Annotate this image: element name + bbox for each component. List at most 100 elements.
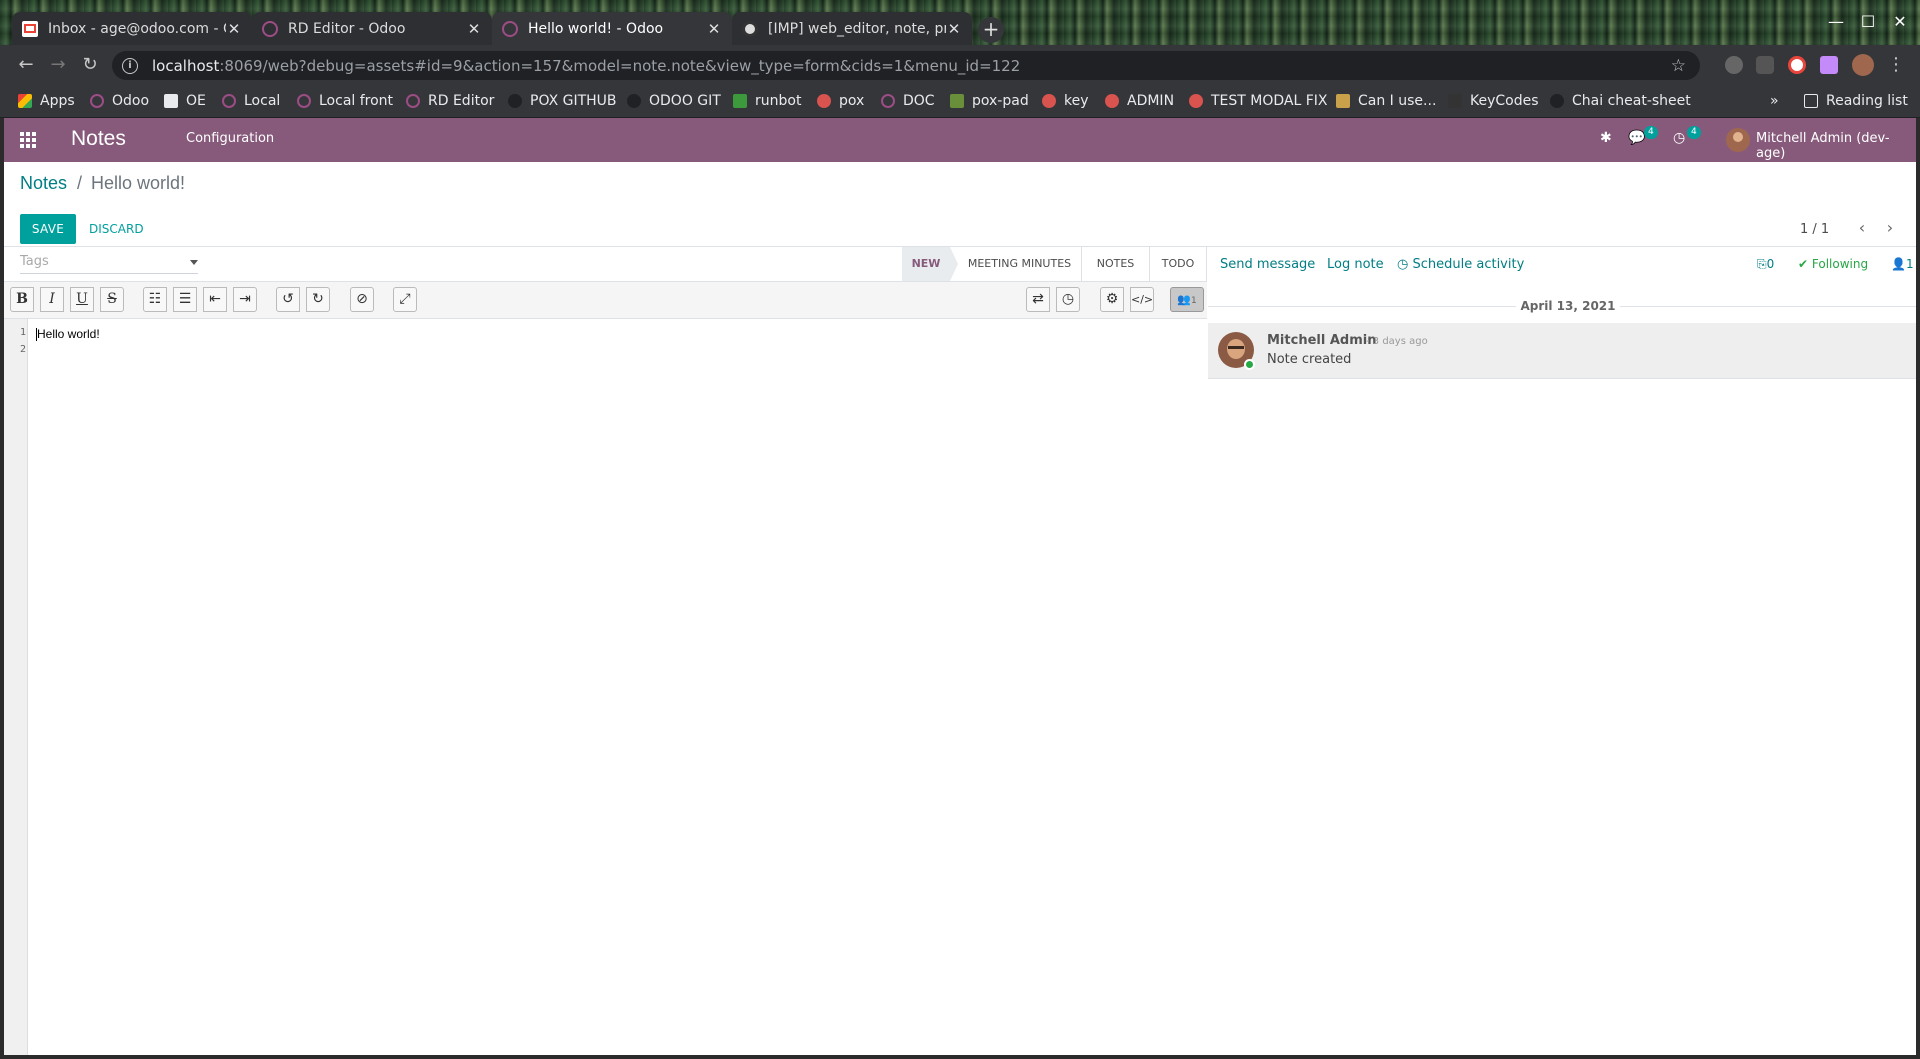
browser-tab-hello-world[interactable]: Hello world! - Odoo ✕ [492, 12, 732, 45]
chrome-extension-icon[interactable] [1788, 56, 1806, 74]
save-button[interactable]: SAVE [20, 214, 76, 244]
stage-notes[interactable]: NOTES [1082, 247, 1150, 281]
followers-button[interactable]: 👤1 [1891, 257, 1914, 271]
bookmark-local-front[interactable]: Local front [297, 91, 393, 111]
address-bar[interactable]: i localhost:8069/web?debug=assets#id=9&a… [112, 51, 1700, 80]
close-tab-icon[interactable]: ✕ [466, 20, 482, 38]
collaborators-button[interactable]: 👥1 [1170, 287, 1204, 312]
history-clock-icon[interactable]: ◷ [1056, 287, 1080, 312]
bookmark-pox-pad[interactable]: pox-pad [950, 91, 1029, 111]
bookmark-runbot[interactable]: runbot [733, 91, 801, 111]
bookmark-label: DOC [903, 93, 935, 109]
exchange-icon[interactable]: ⇄ [1026, 287, 1050, 312]
bookmark-rd-editor[interactable]: RD Editor [406, 91, 494, 111]
stage-meeting-minutes[interactable]: MEETING MINUTES [958, 247, 1082, 281]
underline-button[interactable]: U [70, 287, 94, 312]
online-status-icon [1244, 359, 1255, 370]
reload-icon[interactable]: ↻ [78, 53, 102, 77]
user-avatar[interactable] [1726, 128, 1750, 152]
puzzle-icon[interactable] [1820, 56, 1838, 74]
indent-icon[interactable]: ⇥ [233, 287, 257, 312]
browser-tab-inbox[interactable]: Inbox - age@odoo.com - Od ✕ [12, 12, 252, 45]
browser-tab-github-pr[interactable]: [IMP] web_editor, note, pro ✕ [732, 12, 972, 45]
bookmark-key[interactable]: key [1042, 91, 1089, 111]
redo-icon[interactable]: ↻ [306, 287, 330, 312]
back-icon[interactable]: ← [14, 53, 38, 77]
reading-list-button[interactable]: Reading list [1804, 91, 1908, 111]
messaging-icon[interactable]: 💬 [1628, 130, 1645, 146]
bookmark-odoo[interactable]: Odoo [90, 91, 149, 111]
close-tab-icon[interactable]: ✕ [226, 20, 242, 38]
stage-new[interactable]: NEW [902, 247, 958, 281]
bookmark-doc[interactable]: DOC [881, 91, 935, 111]
app-switcher-icon[interactable] [20, 132, 38, 148]
code-view-icon[interactable]: </> [1130, 287, 1154, 312]
close-window-icon[interactable]: ✕ [1888, 12, 1912, 31]
breadcrumb-notes[interactable]: Notes [20, 173, 67, 194]
ordered-list-icon[interactable]: ☷ [143, 287, 167, 312]
bookmark-overflow-button[interactable]: » [1770, 91, 1779, 111]
apps-grid-icon [18, 94, 32, 108]
forward-icon[interactable]: → [46, 53, 70, 77]
send-message-button[interactable]: Send message [1220, 257, 1315, 272]
overflow-chevron-icon: » [1770, 93, 1779, 109]
bookmark-pox[interactable]: pox [817, 91, 864, 111]
line-number: 2 [19, 344, 26, 355]
bookmark-chai[interactable]: Chai cheat-sheet [1550, 91, 1691, 111]
pocket-icon[interactable] [1756, 56, 1774, 74]
app-brand[interactable]: Notes [71, 127, 126, 151]
strikethrough-button[interactable]: S [100, 287, 124, 312]
maximize-icon[interactable]: ☐ [1856, 12, 1880, 31]
pager-next-icon[interactable]: › [1880, 218, 1900, 238]
message-author[interactable]: Mitchell Admin [1267, 333, 1376, 348]
outdent-icon[interactable]: ⇤ [203, 287, 227, 312]
close-tab-icon[interactable]: ✕ [946, 20, 962, 38]
tags-field[interactable]: Tags [20, 254, 198, 274]
bookmark-test-modal-fix[interactable]: TEST MODAL FIX [1189, 91, 1328, 111]
new-tab-button[interactable]: + [978, 17, 1004, 43]
italic-button[interactable]: I [40, 287, 64, 312]
minimize-icon[interactable]: — [1824, 12, 1848, 31]
globe-icon [817, 94, 831, 108]
pager-previous-icon[interactable]: ‹ [1852, 218, 1872, 238]
expand-icon[interactable]: ⤢ [393, 287, 417, 312]
stage-todo[interactable]: TODO [1150, 247, 1206, 281]
note-content[interactable]: Hello world! [37, 327, 100, 341]
extension-icon[interactable] [1725, 56, 1743, 74]
divider [1208, 306, 1516, 307]
user-menu[interactable]: Mitchell Admin (dev-age) [1756, 131, 1916, 161]
globe-icon [1189, 94, 1203, 108]
bookmark-admin[interactable]: ADMIN [1105, 91, 1174, 111]
attachments-button[interactable]: ⎘0 [1757, 257, 1774, 272]
note-editor[interactable]: 1 2 Hello world! [4, 319, 1207, 1055]
schedule-activity-button[interactable]: ◷ Schedule activity [1397, 257, 1524, 272]
log-note-button[interactable]: Log note [1327, 257, 1384, 272]
bookmarks-bar: Apps Odoo OE Local Local front RD Editor… [0, 85, 1920, 118]
profile-avatar[interactable] [1852, 54, 1874, 76]
followers-count: 1 [1905, 257, 1914, 271]
bookmark-odoo-git[interactable]: ODOO GIT [627, 91, 721, 111]
close-tab-icon[interactable]: ✕ [706, 20, 722, 38]
reading-list-label: Reading list [1826, 93, 1908, 109]
browser-tab-rd-editor[interactable]: RD Editor - Odoo ✕ [252, 12, 492, 45]
bold-button[interactable]: B [10, 287, 34, 312]
discard-button[interactable]: DISCARD [85, 214, 148, 244]
bookmark-local[interactable]: Local [222, 91, 280, 111]
browser-menu-icon[interactable]: ⋮ [1884, 53, 1908, 77]
debug-bug-icon[interactable]: ✱ [1600, 130, 1612, 146]
activity-clock-icon[interactable]: ◷ [1673, 130, 1685, 146]
eye-slash-icon[interactable]: ⊘ [350, 287, 374, 312]
bookmark-star-icon[interactable]: ☆ [1671, 56, 1686, 76]
pager-value[interactable]: 1 / 1 [1800, 222, 1829, 237]
gear-icon[interactable]: ⚙ [1100, 287, 1124, 312]
bookmark-can-i-use[interactable]: Can I use... [1336, 91, 1436, 111]
menu-configuration[interactable]: Configuration [186, 131, 274, 146]
undo-icon[interactable]: ↺ [276, 287, 300, 312]
bookmark-pox-github[interactable]: POX GITHUB [508, 91, 617, 111]
following-button[interactable]: ✔ Following [1798, 257, 1868, 271]
bookmark-oe[interactable]: OE [164, 91, 206, 111]
site-info-icon[interactable]: i [122, 57, 138, 74]
bookmark-apps[interactable]: Apps [18, 91, 75, 111]
bullet-list-icon[interactable]: ☰ [173, 287, 197, 312]
bookmark-keycodes[interactable]: KeyCodes [1448, 91, 1539, 111]
